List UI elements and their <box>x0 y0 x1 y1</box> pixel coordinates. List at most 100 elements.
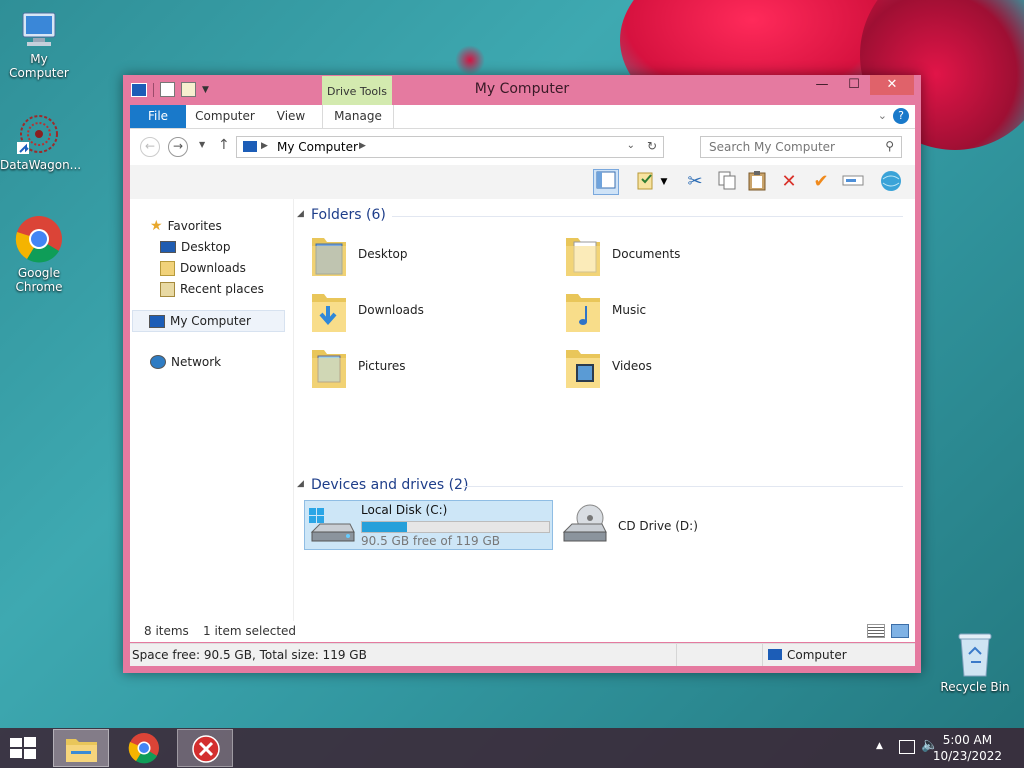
downloads-folder-icon <box>310 288 348 332</box>
drive-usage-bar <box>361 521 550 533</box>
system-clock[interactable]: 5:00 AM 10/23/2022 <box>933 732 1002 764</box>
nav-item-recent-places[interactable]: Recent places <box>160 279 264 299</box>
checkmark-icon[interactable]: ✔ <box>808 169 834 195</box>
folder-videos[interactable]: Videos <box>564 344 652 388</box>
drive-cd-d[interactable]: CD Drive (D:) <box>560 502 698 549</box>
collapse-triangle-icon[interactable]: ◢ <box>297 209 304 219</box>
copy-icon[interactable] <box>714 169 740 195</box>
desktop-icon-recycle-bin[interactable]: Recycle Bin <box>936 630 1014 694</box>
ribbon-tabs: File Computer View Manage ⌄ ? <box>130 105 915 129</box>
address-bar[interactable]: ▶ My Computer ▶ ⌄ ↻ <box>236 136 664 158</box>
tab-computer[interactable]: Computer <box>190 105 260 128</box>
desktop-icon-label: Recycle Bin <box>940 680 1010 694</box>
chevron-right-icon: ▶ <box>261 141 268 151</box>
address-dropdown-icon[interactable]: ⌄ <box>627 140 635 151</box>
devices-group-header[interactable]: Devices and drives (2) <box>311 477 468 493</box>
chrome-icon <box>128 733 159 764</box>
desktop-icon-my-computer[interactable]: My Computer <box>0 10 78 80</box>
up-arrow-icon[interactable]: ↑ <box>218 137 230 153</box>
computer-small-icon <box>243 141 257 152</box>
maximize-button[interactable]: ☐ <box>838 75 870 95</box>
cut-icon[interactable]: ✂ <box>682 169 708 195</box>
taskbar-file-explorer[interactable] <box>53 729 109 767</box>
address-text: My Computer <box>277 140 358 154</box>
nav-item-favorites[interactable]: ★ Favorites <box>150 216 222 236</box>
folder-music[interactable]: Music <box>564 288 646 332</box>
nav-item-my-computer[interactable]: My Computer <box>132 310 285 332</box>
details-view-icon[interactable] <box>867 624 885 638</box>
rename-icon[interactable] <box>840 169 866 195</box>
nav-item-network[interactable]: Network <box>150 352 221 372</box>
refresh-icon[interactable]: ↻ <box>647 139 657 153</box>
taskbar-error-app[interactable] <box>177 729 233 767</box>
navigation-pane: ★ Favorites Desktop Downloads Recent pla… <box>130 199 294 642</box>
cd-drive-icon <box>560 502 608 549</box>
show-hidden-icons-icon[interactable]: ▲ <box>876 741 883 751</box>
search-input[interactable]: Search My Computer ⚲ <box>700 136 902 158</box>
taskbar: ▲ 🔈 5:00 AM 10/23/2022 <box>0 728 1024 768</box>
collapse-triangle-icon[interactable]: ◢ <box>297 479 304 489</box>
star-icon: ★ <box>150 218 163 234</box>
downloads-folder-icon <box>160 260 175 276</box>
back-button[interactable]: ← <box>140 137 160 157</box>
documents-folder-icon <box>564 232 602 276</box>
window-title: My Computer <box>474 81 570 97</box>
chevron-down-icon[interactable]: ⌄ <box>878 109 887 122</box>
nav-item-label: Recent places <box>180 282 264 296</box>
folder-label: Pictures <box>358 359 406 373</box>
folder-desktop[interactable]: Desktop <box>310 232 408 276</box>
recycle-bin-icon <box>955 630 995 678</box>
nav-item-downloads[interactable]: Downloads <box>160 258 246 278</box>
status-row: 8 items 1 item selected <box>130 621 915 642</box>
selection-count: 1 item selected <box>203 624 297 638</box>
title-bar[interactable]: ▼ Drive Tools My Computer — ☐ ✕ <box>123 75 921 105</box>
status-bar: Space free: 90.5 GB, Total size: 119 GB … <box>130 643 915 666</box>
tab-view[interactable]: View <box>268 105 314 128</box>
clock-time: 5:00 AM <box>942 733 993 747</box>
taskbar-chrome[interactable] <box>116 729 172 767</box>
datawagon-icon <box>17 112 61 156</box>
forward-button[interactable]: → <box>168 137 188 157</box>
computer-icon <box>17 10 61 50</box>
nav-item-label: Network <box>171 355 222 369</box>
close-button[interactable]: ✕ <box>870 75 914 95</box>
desktop-icon-google-chrome[interactable]: Google Chrome <box>0 214 78 294</box>
desktop-icon-datawagon[interactable]: DataWagon... <box>0 112 82 172</box>
help-icon[interactable]: ? <box>893 108 909 124</box>
folder-label: Music <box>612 303 647 317</box>
window-controls: — ☐ ✕ <box>806 75 914 95</box>
network-icon <box>150 355 166 369</box>
preview-pane-button[interactable] <box>593 169 619 195</box>
drive-name: CD Drive (D:) <box>618 518 698 533</box>
dropdown-arrow-icon[interactable]: ▼ <box>657 169 671 195</box>
nav-item-desktop[interactable]: Desktop <box>160 237 231 257</box>
explorer-window: ▼ Drive Tools My Computer — ☐ ✕ File Com… <box>123 75 921 673</box>
group-divider <box>392 216 903 217</box>
tab-file[interactable]: File <box>130 105 186 128</box>
minimize-button[interactable]: — <box>806 75 838 95</box>
computer-small-icon <box>149 314 165 328</box>
start-button[interactable] <box>8 736 38 760</box>
desktop-icon-label: DataWagon... <box>0 158 82 172</box>
error-icon <box>192 735 220 763</box>
hard-drive-icon <box>308 506 356 549</box>
nav-item-label: Desktop <box>181 240 231 254</box>
recent-locations-icon[interactable]: ▼ <box>199 140 205 149</box>
folder-documents[interactable]: Documents <box>564 232 680 276</box>
network-tray-icon[interactable] <box>899 740 915 754</box>
tab-manage[interactable]: Manage <box>322 105 394 128</box>
large-icons-view-icon[interactable] <box>891 624 909 638</box>
paste-icon[interactable] <box>744 169 770 195</box>
clock-date: 10/23/2022 <box>932 749 1002 763</box>
select-all-icon[interactable] <box>633 169 659 195</box>
globe-icon[interactable] <box>878 169 904 195</box>
search-icon: ⚲ <box>885 139 894 153</box>
desktop-icon-label: My Computer <box>9 52 69 80</box>
folder-pictures[interactable]: Pictures <box>310 344 406 388</box>
folder-downloads[interactable]: Downloads <box>310 288 424 332</box>
delete-icon[interactable]: ✕ <box>776 169 802 195</box>
folders-group-header[interactable]: Folders (6) <box>311 207 386 223</box>
drive-local-disk-c[interactable]: Local Disk (C:) 90.5 GB free of 119 GB <box>304 500 553 550</box>
item-count: 8 items <box>144 624 189 638</box>
folder-label: Desktop <box>358 247 408 261</box>
